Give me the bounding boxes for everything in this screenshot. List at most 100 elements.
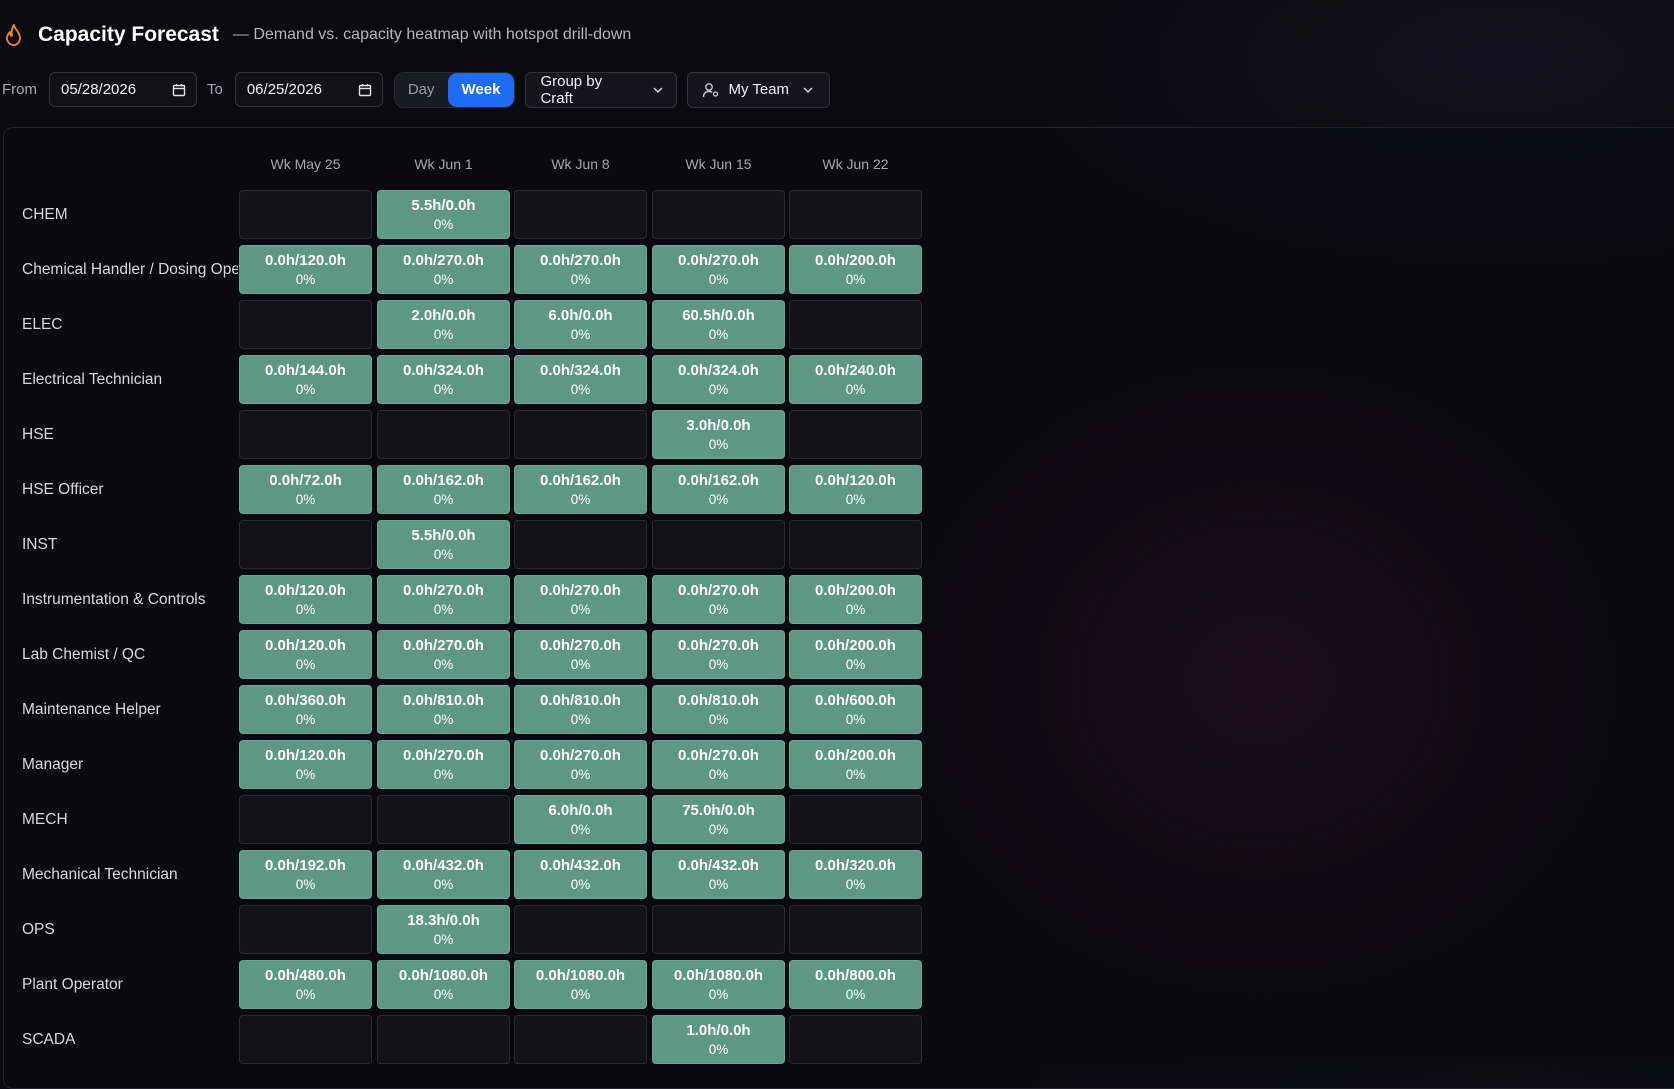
heatmap-cell[interactable]	[789, 410, 922, 459]
granularity-day-button[interactable]: Day	[395, 73, 448, 107]
heatmap-cell[interactable]: 0.0h/72.0h 0%	[239, 465, 372, 514]
to-date-input[interactable]: 06/25/2026	[234, 72, 383, 107]
heatmap-cell[interactable]	[239, 905, 372, 954]
heatmap-cell[interactable]	[377, 410, 510, 459]
heatmap-cell[interactable]: 0.0h/270.0h 0%	[652, 630, 785, 679]
heatmap-cell[interactable]	[514, 520, 647, 569]
heatmap-cell[interactable]	[514, 905, 647, 954]
heatmap-cell[interactable]	[789, 1015, 922, 1064]
heatmap-cell[interactable]: 3.0h/0.0h 0%	[652, 410, 785, 459]
team-filter-dropdown[interactable]: My Team	[687, 71, 831, 108]
heatmap-cell[interactable]: 0.0h/324.0h 0%	[377, 355, 510, 404]
cell-hours: 0.0h/240.0h	[815, 361, 896, 379]
heatmap-cell[interactable]: 0.0h/120.0h 0%	[239, 575, 372, 624]
heatmap-cell[interactable]: 2.0h/0.0h 0%	[377, 300, 510, 349]
heatmap-cell[interactable]: 6.0h/0.0h 0%	[514, 300, 647, 349]
row-label: SCADA	[22, 1030, 76, 1048]
heatmap-cell[interactable]: 0.0h/270.0h 0%	[514, 575, 647, 624]
heatmap-cell[interactable]: 0.0h/144.0h 0%	[239, 355, 372, 404]
heatmap-cell[interactable]	[652, 905, 785, 954]
cell-hours: 0.0h/120.0h	[265, 251, 346, 269]
heatmap-cell[interactable]	[789, 795, 922, 844]
heatmap-cell[interactable]: 0.0h/270.0h 0%	[377, 630, 510, 679]
heatmap-cell[interactable]: 0.0h/120.0h 0%	[239, 740, 372, 789]
cell-percent: 0%	[845, 876, 866, 892]
heatmap-cell[interactable]: 1.0h/0.0h 0%	[652, 1015, 785, 1064]
heatmap-cell[interactable]: 60.5h/0.0h 0%	[652, 300, 785, 349]
heatmap-cell[interactable]: 0.0h/270.0h 0%	[652, 740, 785, 789]
heatmap-cell[interactable]: 5.5h/0.0h 0%	[377, 190, 510, 239]
heatmap-cell[interactable]: 0.0h/200.0h 0%	[789, 575, 922, 624]
cell-hours: 0.0h/162.0h	[403, 471, 484, 489]
cell-hours: 0.0h/360.0h	[265, 691, 346, 709]
cell-percent: 0%	[570, 271, 591, 287]
heatmap-cell[interactable]: 75.0h/0.0h 0%	[652, 795, 785, 844]
heatmap-cell[interactable]: 0.0h/360.0h 0%	[239, 685, 372, 734]
heatmap-cell[interactable]: 0.0h/1080.0h 0%	[377, 960, 510, 1009]
heatmap-cell[interactable]	[239, 410, 372, 459]
heatmap-cell[interactable]: 0.0h/324.0h 0%	[652, 355, 785, 404]
heatmap-cell[interactable]: 0.0h/120.0h 0%	[239, 630, 372, 679]
heatmap-cell[interactable]: 0.0h/270.0h 0%	[377, 575, 510, 624]
heatmap-cell[interactable]	[377, 795, 510, 844]
heatmap-cell[interactable]	[652, 190, 785, 239]
heatmap-cell[interactable]: 0.0h/240.0h 0%	[789, 355, 922, 404]
granularity-week-button[interactable]: Week	[447, 72, 515, 107]
heatmap-cell[interactable]: 0.0h/270.0h 0%	[652, 575, 785, 624]
heatmap-cell[interactable]: 0.0h/810.0h 0%	[652, 685, 785, 734]
heatmap-cell[interactable]: 0.0h/270.0h 0%	[514, 630, 647, 679]
heatmap-cell[interactable]: 0.0h/120.0h 0%	[789, 465, 922, 514]
heatmap-cell[interactable]	[789, 190, 922, 239]
heatmap-cell[interactable]: 0.0h/192.0h 0%	[239, 850, 372, 899]
heatmap-cell[interactable]: 0.0h/270.0h 0%	[377, 245, 510, 294]
heatmap-cell[interactable]: 6.0h/0.0h 0%	[514, 795, 647, 844]
cell-percent: 0%	[708, 381, 729, 397]
heatmap-cell[interactable]	[789, 520, 922, 569]
heatmap-cell[interactable]: 0.0h/810.0h 0%	[377, 685, 510, 734]
heatmap-cell[interactable]: 0.0h/270.0h 0%	[652, 245, 785, 294]
heatmap-cell[interactable]: 0.0h/324.0h 0%	[514, 355, 647, 404]
from-date-input[interactable]: 05/28/2026	[49, 72, 197, 107]
heatmap-cell[interactable]	[789, 300, 922, 349]
heatmap-cell[interactable]: 0.0h/200.0h 0%	[789, 740, 922, 789]
heatmap-cell[interactable]	[514, 190, 647, 239]
heatmap-cell[interactable]	[239, 300, 372, 349]
heatmap-cell[interactable]	[514, 1015, 647, 1064]
heatmap-cell[interactable]: 0.0h/270.0h 0%	[514, 245, 647, 294]
heatmap-cell[interactable]	[239, 1015, 372, 1064]
heatmap-cell[interactable]: 0.0h/200.0h 0%	[789, 245, 922, 294]
heatmap-cell[interactable]: 0.0h/320.0h 0%	[789, 850, 922, 899]
heatmap-cell[interactable]: 0.0h/810.0h 0%	[514, 685, 647, 734]
heatmap-cell[interactable]: 0.0h/1080.0h 0%	[652, 960, 785, 1009]
heatmap-cell[interactable]: 0.0h/432.0h 0%	[377, 850, 510, 899]
heatmap-cell[interactable]: 18.3h/0.0h 0%	[377, 905, 510, 954]
heatmap-cell[interactable]: 0.0h/162.0h 0%	[652, 465, 785, 514]
heatmap-cell[interactable]: 0.0h/432.0h 0%	[652, 850, 785, 899]
calendar-icon[interactable]	[358, 83, 372, 97]
heatmap-cell[interactable]: 0.0h/480.0h 0%	[239, 960, 372, 1009]
heatmap-cell[interactable]: 0.0h/270.0h 0%	[514, 740, 647, 789]
heatmap-cell[interactable]	[239, 520, 372, 569]
heatmap-cell[interactable]: 0.0h/270.0h 0%	[377, 740, 510, 789]
heatmap-cell[interactable]: 0.0h/1080.0h 0%	[514, 960, 647, 1009]
heatmap-cell[interactable]	[377, 1015, 510, 1064]
heatmap-cell[interactable]	[239, 190, 372, 239]
heatmap-cell[interactable]: 0.0h/600.0h 0%	[789, 685, 922, 734]
heatmap-cell[interactable]: 0.0h/162.0h 0%	[514, 465, 647, 514]
heatmap-cell[interactable]	[652, 520, 785, 569]
heatmap-cell[interactable]	[789, 905, 922, 954]
heatmap-cell[interactable]: 0.0h/162.0h 0%	[377, 465, 510, 514]
group-by-dropdown[interactable]: Group by Craft	[525, 71, 678, 108]
heatmap-cell[interactable]: 0.0h/800.0h 0%	[789, 960, 922, 1009]
heatmap-cell[interactable]	[514, 410, 647, 459]
calendar-icon[interactable]	[172, 83, 186, 97]
heatmap-cell[interactable]: 0.0h/120.0h 0%	[239, 245, 372, 294]
heatmap-cell[interactable]	[239, 795, 372, 844]
cell-hours: 60.5h/0.0h	[682, 306, 755, 324]
heatmap-cell[interactable]: 0.0h/432.0h 0%	[514, 850, 647, 899]
heatmap-cell[interactable]: 5.5h/0.0h 0%	[377, 520, 510, 569]
cell-hours: 0.0h/162.0h	[540, 471, 621, 489]
heatmap-cell[interactable]: 0.0h/200.0h 0%	[789, 630, 922, 679]
user-filter-icon	[703, 82, 719, 97]
column-header: Wk Jun 15	[685, 156, 752, 172]
